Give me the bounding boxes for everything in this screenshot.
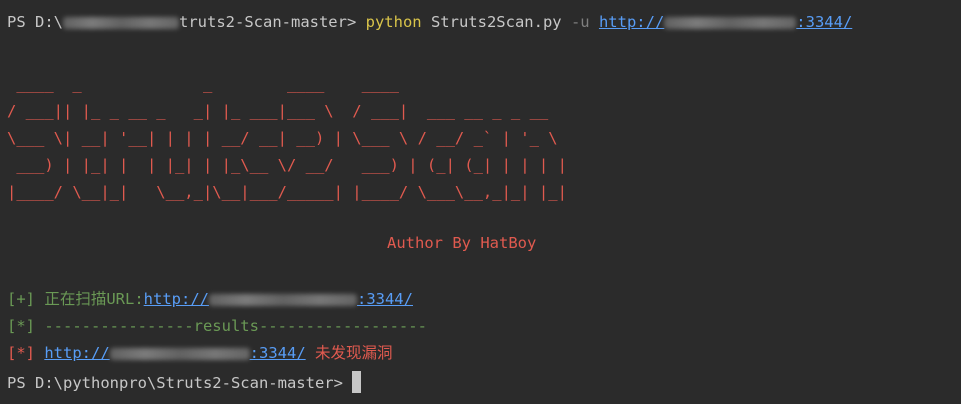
command-script: Struts2Scan.py [421,13,571,31]
author-line: Author By HatBoy [387,234,537,252]
results-separator: [*] ----------------results-------------… [7,317,427,335]
url-tail: :3344/ [796,13,853,31]
prompt-prefix: PS D:\ [7,13,63,31]
scan-url-tail: :3344/ [356,290,413,308]
result-line: [*] http:// :3344/ 未发现漏洞 [7,343,393,363]
scan-text: 正在扫描URL: [44,290,144,308]
redacted-host [664,16,797,29]
result-url-tail: :3344/ [249,344,306,362]
redacted-path [63,16,179,29]
terminal-window[interactable]: PS D:\ truts2-Scan-master> python Struts2… [0,0,961,404]
target-url-link[interactable]: http:// :3344/ [599,13,852,31]
redacted-host [109,347,250,360]
cursor [352,371,362,393]
result-url-head: http:// [44,344,110,362]
command-line: PS D:\ truts2-Scan-master> python Struts2… [7,12,852,32]
result-tag: [*] [7,344,45,362]
prompt-text: PS D:\pythonpro\Struts2-Scan-master> [7,374,353,392]
redacted-host [208,293,357,306]
scan-url-link[interactable]: http:// :3344/ [144,290,413,308]
ascii-banner-line-1: ____ _ _ ____ ____ [7,75,567,93]
scan-tag: [+] [7,290,45,308]
prompt-suffix: truts2-Scan-master> [179,13,366,31]
ascii-banner-line-3: \___ \| __| '__| | | | __/ __| __) | \__… [7,129,567,147]
ascii-banner-line-2: / ___|| |_ _ __ _ _| |_ ___|___ \ / ___|… [7,102,567,120]
prompt-line[interactable]: PS D:\pythonpro\Struts2-Scan-master> [7,371,362,393]
command-exe: python [365,13,422,31]
command-flag: -u [570,13,599,31]
result-url-link[interactable]: http:// :3344/ [44,344,305,362]
result-message: 未发现漏洞 [305,344,393,362]
ascii-banner-line-4: ___) | |_| | | |_| | |_\__ \/ __/ ___) |… [7,156,567,174]
scan-line: [+] 正在扫描URL:http:// :3344/ [7,289,413,309]
scan-url-head: http:// [143,290,209,308]
ascii-banner-line-5: |____/ \__|_| \__,_|\__|___/_____| |____… [7,183,567,201]
url-head: http:// [598,13,665,31]
